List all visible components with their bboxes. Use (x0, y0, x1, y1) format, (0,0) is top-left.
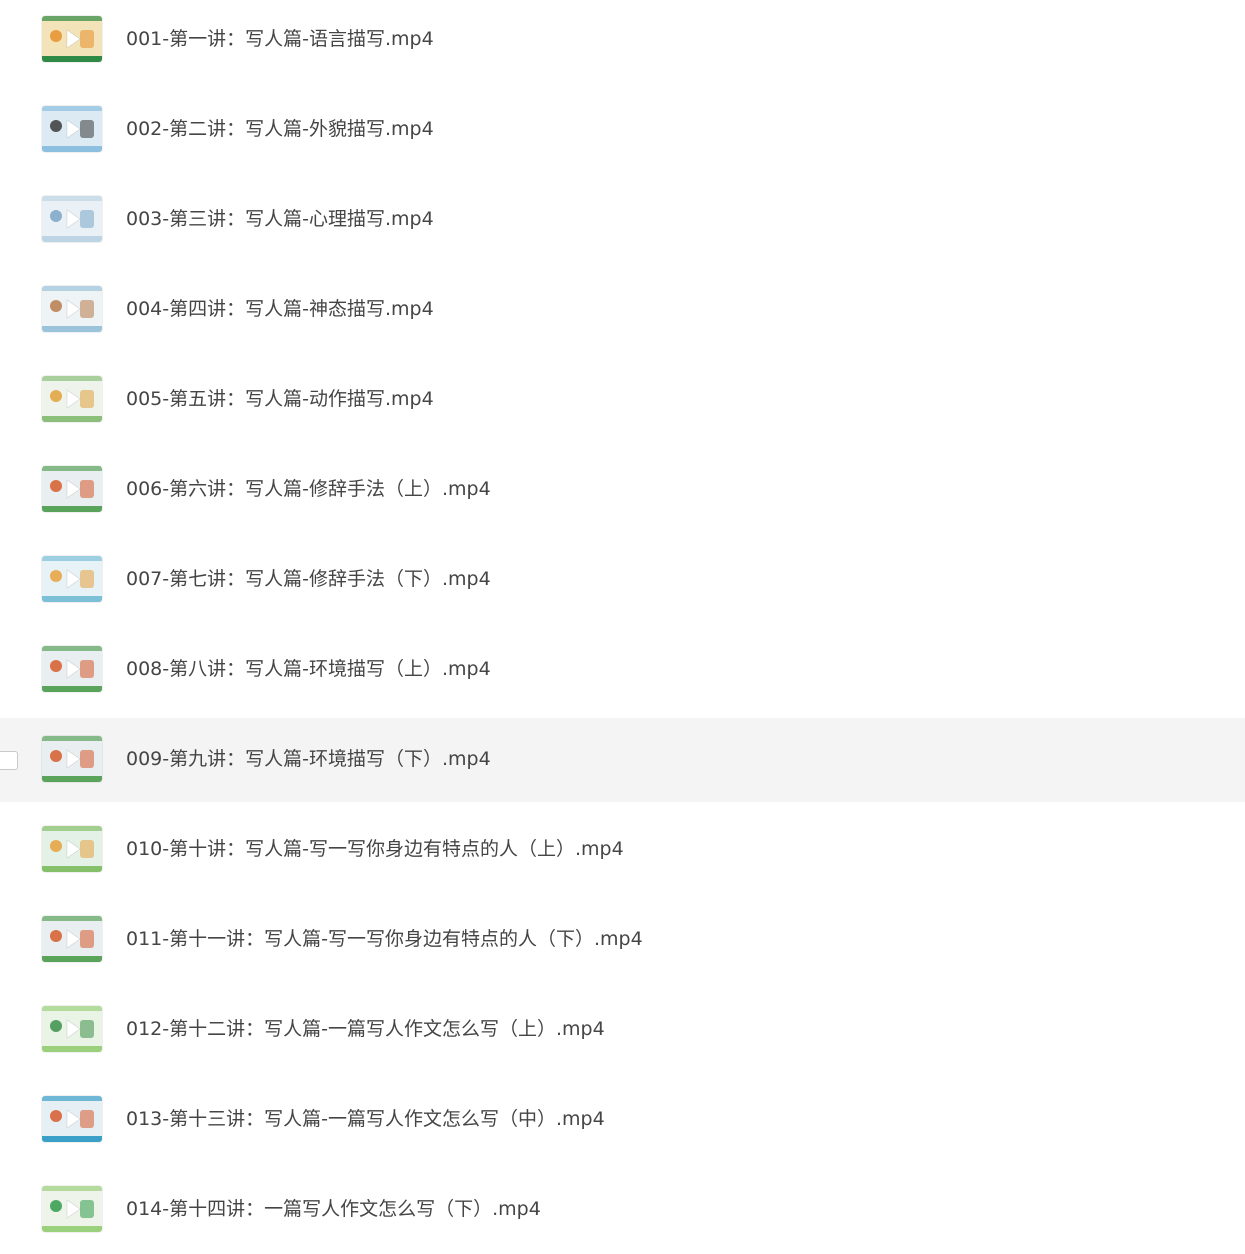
file-name[interactable]: 012-第十二讲：写人篇-一篇写人作文怎么写（上）.mp4 (126, 1017, 605, 1041)
video-thumbnail[interactable] (42, 916, 102, 962)
file-name[interactable]: 005-第五讲：写人篇-动作描写.mp4 (126, 387, 434, 411)
file-name[interactable]: 011-第十一讲：写人篇-写一写你身边有特点的人（下）.mp4 (126, 927, 643, 951)
file-row[interactable]: 012-第十二讲：写人篇-一篇写人作文怎么写（上）.mp4 (0, 988, 1245, 1072)
video-thumbnail[interactable] (42, 376, 102, 422)
file-row[interactable]: 010-第十讲：写人篇-写一写你身边有特点的人（上）.mp4 (0, 808, 1245, 892)
video-thumbnail[interactable] (42, 106, 102, 152)
file-row[interactable]: 005-第五讲：写人篇-动作描写.mp4 (0, 358, 1245, 442)
video-thumbnail[interactable] (42, 286, 102, 332)
video-thumbnail[interactable] (42, 466, 102, 512)
video-thumbnail[interactable] (42, 736, 102, 782)
video-thumbnail[interactable] (42, 1186, 102, 1232)
file-name[interactable]: 009-第九讲：写人篇-环境描写（下）.mp4 (126, 747, 491, 771)
row-checkbox[interactable] (0, 751, 18, 770)
file-row[interactable]: 013-第十三讲：写人篇-一篇写人作文怎么写（中）.mp4 (0, 1078, 1245, 1162)
file-row[interactable]: 003-第三讲：写人篇-心理描写.mp4 (0, 178, 1245, 262)
file-row[interactable]: 002-第二讲：写人篇-外貌描写.mp4 (0, 88, 1245, 172)
file-row[interactable]: 008-第八讲：写人篇-环境描写（上）.mp4 (0, 628, 1245, 712)
video-thumbnail[interactable] (42, 1096, 102, 1142)
file-name[interactable]: 010-第十讲：写人篇-写一写你身边有特点的人（上）.mp4 (126, 837, 624, 861)
video-thumbnail[interactable] (42, 826, 102, 872)
file-name[interactable]: 002-第二讲：写人篇-外貌描写.mp4 (126, 117, 434, 141)
file-name[interactable]: 013-第十三讲：写人篇-一篇写人作文怎么写（中）.mp4 (126, 1107, 605, 1131)
file-name[interactable]: 006-第六讲：写人篇-修辞手法（上）.mp4 (126, 477, 491, 501)
video-thumbnail[interactable] (42, 646, 102, 692)
video-thumbnail[interactable] (42, 196, 102, 242)
file-name[interactable]: 004-第四讲：写人篇-神态描写.mp4 (126, 297, 434, 321)
file-row[interactable]: 006-第六讲：写人篇-修辞手法（上）.mp4 (0, 448, 1245, 532)
file-row[interactable]: 004-第四讲：写人篇-神态描写.mp4 (0, 268, 1245, 352)
file-row[interactable]: 007-第七讲：写人篇-修辞手法（下）.mp4 (0, 538, 1245, 622)
video-thumbnail[interactable] (42, 16, 102, 62)
video-thumbnail[interactable] (42, 1006, 102, 1052)
file-row[interactable]: 009-第九讲：写人篇-环境描写（下）.mp4 (0, 718, 1245, 802)
file-row[interactable]: 014-第十四讲：一篇写人作文怎么写（下）.mp4 (0, 1168, 1245, 1252)
file-list: 001-第一讲：写人篇-语言描写.mp4 002-第二讲：写人篇-外貌描写.mp4… (0, 0, 1245, 1254)
file-name[interactable]: 014-第十四讲：一篇写人作文怎么写（下）.mp4 (126, 1197, 541, 1221)
video-thumbnail[interactable] (42, 556, 102, 602)
file-name[interactable]: 007-第七讲：写人篇-修辞手法（下）.mp4 (126, 567, 491, 591)
file-name[interactable]: 008-第八讲：写人篇-环境描写（上）.mp4 (126, 657, 491, 681)
file-name[interactable]: 003-第三讲：写人篇-心理描写.mp4 (126, 207, 434, 231)
file-row[interactable]: 011-第十一讲：写人篇-写一写你身边有特点的人（下）.mp4 (0, 898, 1245, 982)
file-row[interactable]: 001-第一讲：写人篇-语言描写.mp4 (0, 0, 1245, 82)
file-name[interactable]: 001-第一讲：写人篇-语言描写.mp4 (126, 27, 434, 51)
